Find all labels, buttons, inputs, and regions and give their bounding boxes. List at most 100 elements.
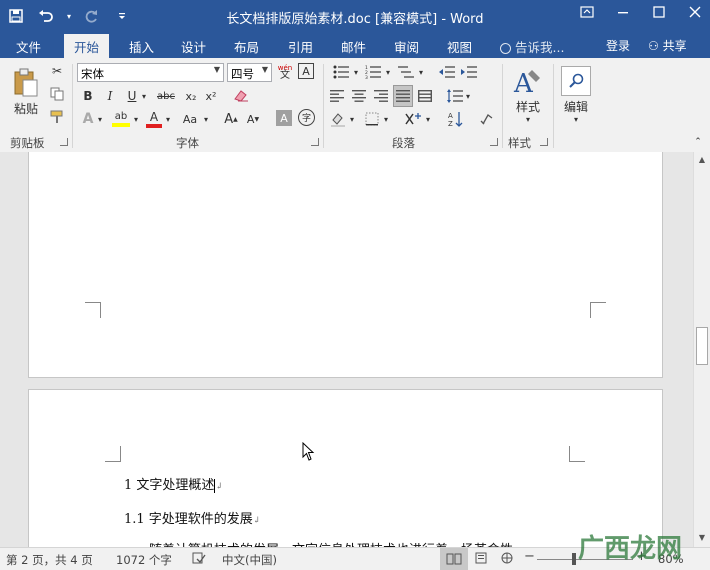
- format-painter-icon[interactable]: [48, 108, 66, 126]
- chevron-down-icon[interactable]: ▾: [352, 63, 360, 81]
- minimize-icon[interactable]: [614, 6, 632, 22]
- restore-icon[interactable]: [650, 6, 668, 22]
- font-color-button[interactable]: A: [144, 109, 164, 129]
- read-mode-icon[interactable]: [440, 548, 468, 570]
- page-2[interactable]: 1 文字处理概述↲ 1.1 字处理软件的发展↲ 随着计算机技术的发展，文字信息处…: [28, 389, 663, 547]
- chevron-down-icon[interactable]: ▾: [140, 87, 148, 105]
- heading-2[interactable]: 1.1 字处理软件的发展↲: [124, 508, 260, 527]
- svg-text:Z: Z: [448, 120, 453, 127]
- chevron-down-icon[interactable]: ▾: [382, 110, 390, 128]
- heading-1[interactable]: 1 文字处理概述↲: [124, 474, 223, 493]
- window-controls: [578, 6, 704, 22]
- strikethrough-button[interactable]: abc: [153, 87, 179, 105]
- tell-me-box[interactable]: 告诉我...: [500, 37, 564, 56]
- change-case-button[interactable]: Aa: [178, 110, 202, 128]
- paste-button[interactable]: 粘贴: [8, 64, 44, 120]
- page-1[interactable]: [28, 152, 663, 378]
- chevron-down-icon[interactable]: ▾: [164, 110, 172, 128]
- chevron-down-icon[interactable]: ▾: [96, 110, 104, 128]
- font-launcher-icon[interactable]: [311, 138, 319, 146]
- tab-mailings[interactable]: 邮件: [341, 37, 366, 56]
- show-hide-marks-icon[interactable]: [478, 109, 496, 129]
- clear-formatting-icon[interactable]: [232, 86, 250, 104]
- chevron-down-icon[interactable]: ▾: [384, 63, 392, 81]
- paragraph-launcher-icon[interactable]: [490, 138, 498, 146]
- ribbon-display-icon[interactable]: [578, 6, 596, 22]
- vertical-scrollbar[interactable]: ▲ ▼: [693, 152, 710, 547]
- tab-references[interactable]: 引用: [288, 37, 313, 56]
- justify-icon[interactable]: [393, 85, 413, 107]
- increase-indent-icon[interactable]: [459, 63, 479, 81]
- font-size-combo[interactable]: 四号 ▼: [227, 63, 272, 82]
- character-shading-button[interactable]: A: [276, 110, 292, 126]
- web-layout-icon[interactable]: [500, 552, 514, 567]
- chevron-down-icon[interactable]: ▾: [132, 110, 140, 128]
- tab-insert[interactable]: 插入: [129, 37, 154, 56]
- tell-me-label: 告诉我...: [515, 40, 565, 55]
- tab-design[interactable]: 设计: [181, 37, 206, 56]
- numbering-button[interactable]: 123: [362, 63, 384, 81]
- language-indicator[interactable]: 中文(中国): [222, 552, 277, 568]
- copy-icon[interactable]: [48, 85, 66, 103]
- font-color-label: A: [149, 109, 159, 124]
- borders-icon[interactable]: [362, 110, 382, 128]
- distributed-icon[interactable]: [416, 87, 434, 105]
- styles-launcher-icon[interactable]: [540, 138, 548, 146]
- tab-home[interactable]: 开始: [64, 34, 110, 58]
- word-count[interactable]: 1072 个字: [116, 552, 172, 568]
- chevron-down-icon[interactable]: ▾: [417, 63, 425, 81]
- shrink-font-button[interactable]: A ▼: [244, 110, 262, 128]
- chevron-down-icon[interactable]: ▾: [424, 110, 432, 128]
- decrease-indent-icon[interactable]: [437, 63, 457, 81]
- highlight-button[interactable]: ab: [110, 109, 132, 129]
- italic-button[interactable]: I: [102, 87, 118, 105]
- scroll-down-icon[interactable]: ▼: [697, 533, 707, 542]
- bullets-button[interactable]: [330, 63, 352, 81]
- superscript-button[interactable]: x²: [202, 87, 220, 105]
- sort-icon[interactable]: AZ: [446, 109, 466, 129]
- scrollbar-thumb[interactable]: [696, 327, 708, 365]
- clipboard-launcher-icon[interactable]: [60, 138, 68, 146]
- paragraph-group-label: 段落: [392, 136, 415, 150]
- line-spacing-icon[interactable]: [446, 87, 464, 105]
- enclose-characters-button[interactable]: 字: [298, 109, 315, 126]
- tab-view[interactable]: 视图: [447, 37, 472, 56]
- text-effects-button[interactable]: A: [80, 110, 96, 128]
- align-left-icon[interactable]: [328, 87, 346, 105]
- multilevel-list-button[interactable]: [395, 63, 417, 81]
- zoom-out-icon[interactable]: −: [524, 549, 535, 564]
- close-icon[interactable]: [686, 6, 704, 22]
- bold-button[interactable]: B: [80, 87, 96, 105]
- chevron-down-icon[interactable]: ▾: [464, 87, 472, 105]
- login-link[interactable]: 登录: [606, 37, 630, 54]
- align-center-icon[interactable]: [350, 87, 368, 105]
- grow-font-button[interactable]: A ▲: [222, 110, 240, 128]
- zoom-slider-thumb[interactable]: [572, 553, 577, 565]
- tab-review[interactable]: 审阅: [394, 37, 419, 56]
- tab-layout[interactable]: 布局: [234, 37, 259, 56]
- editing-button[interactable]: 编辑 ▾: [558, 62, 594, 128]
- chevron-down-icon[interactable]: ▾: [202, 110, 210, 128]
- align-right-icon[interactable]: [372, 87, 390, 105]
- share-button[interactable]: ⚇ 共享: [648, 37, 687, 54]
- styles-button[interactable]: A 样式 ▾: [508, 62, 548, 128]
- underline-button[interactable]: U: [124, 87, 140, 105]
- print-layout-icon[interactable]: [474, 552, 488, 567]
- proofing-icon[interactable]: [192, 552, 206, 567]
- subscript-button[interactable]: x₂: [182, 87, 200, 105]
- chinese-layout-icon[interactable]: [402, 110, 424, 128]
- tab-file[interactable]: 文件: [16, 37, 41, 56]
- chevron-down-icon[interactable]: ▾: [348, 110, 356, 128]
- font-name-combo[interactable]: 宋体 ▼: [77, 63, 224, 82]
- svg-text:A: A: [448, 112, 453, 120]
- phonetic-guide-button[interactable]: wén 文: [275, 62, 295, 82]
- body-paragraph[interactable]: 随着计算机技术的发展，文字信息处理技术也进行着一场革命性: [149, 539, 513, 547]
- collapse-ribbon-icon[interactable]: ⌃: [692, 136, 704, 148]
- cut-icon[interactable]: ✂: [48, 62, 66, 80]
- chevron-down-icon: ▼: [261, 65, 268, 74]
- character-border-button[interactable]: A: [298, 63, 314, 79]
- scroll-up-icon[interactable]: ▲: [697, 155, 707, 164]
- document-area[interactable]: 1 文字处理概述↲ 1.1 字处理软件的发展↲ 随着计算机技术的发展，文字信息处…: [0, 152, 693, 547]
- page-count[interactable]: 第 2 页，共 4 页: [6, 552, 93, 568]
- shading-icon[interactable]: [328, 110, 348, 128]
